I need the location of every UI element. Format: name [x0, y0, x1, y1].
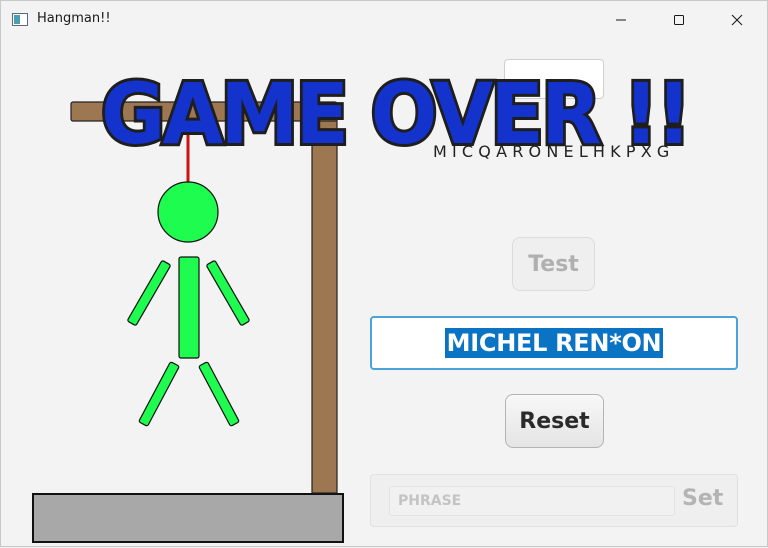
- gallows-base: [32, 493, 344, 543]
- hangman-head: [157, 181, 219, 243]
- hangman-left-leg: [138, 361, 180, 427]
- set-button[interactable]: Set: [682, 486, 723, 511]
- phrase-display: MICHEL REN*ON: [370, 316, 738, 370]
- set-phrase-panel: Set: [370, 474, 738, 527]
- hangman-right-arm: [206, 260, 250, 326]
- reset-button[interactable]: Reset: [505, 394, 604, 448]
- hangman-left-arm: [127, 260, 171, 326]
- hangman-torso: [178, 256, 200, 359]
- phrase-input[interactable]: [389, 486, 675, 516]
- app-window: Hangman!! GAME OVER !! MICQARONELHKPXG T…: [0, 0, 768, 547]
- used-letters: MICQARONELHKPXG: [433, 142, 675, 161]
- test-button[interactable]: Test: [512, 237, 595, 291]
- hangman-right-leg: [198, 361, 240, 427]
- phrase-text: MICHEL REN*ON: [444, 328, 664, 358]
